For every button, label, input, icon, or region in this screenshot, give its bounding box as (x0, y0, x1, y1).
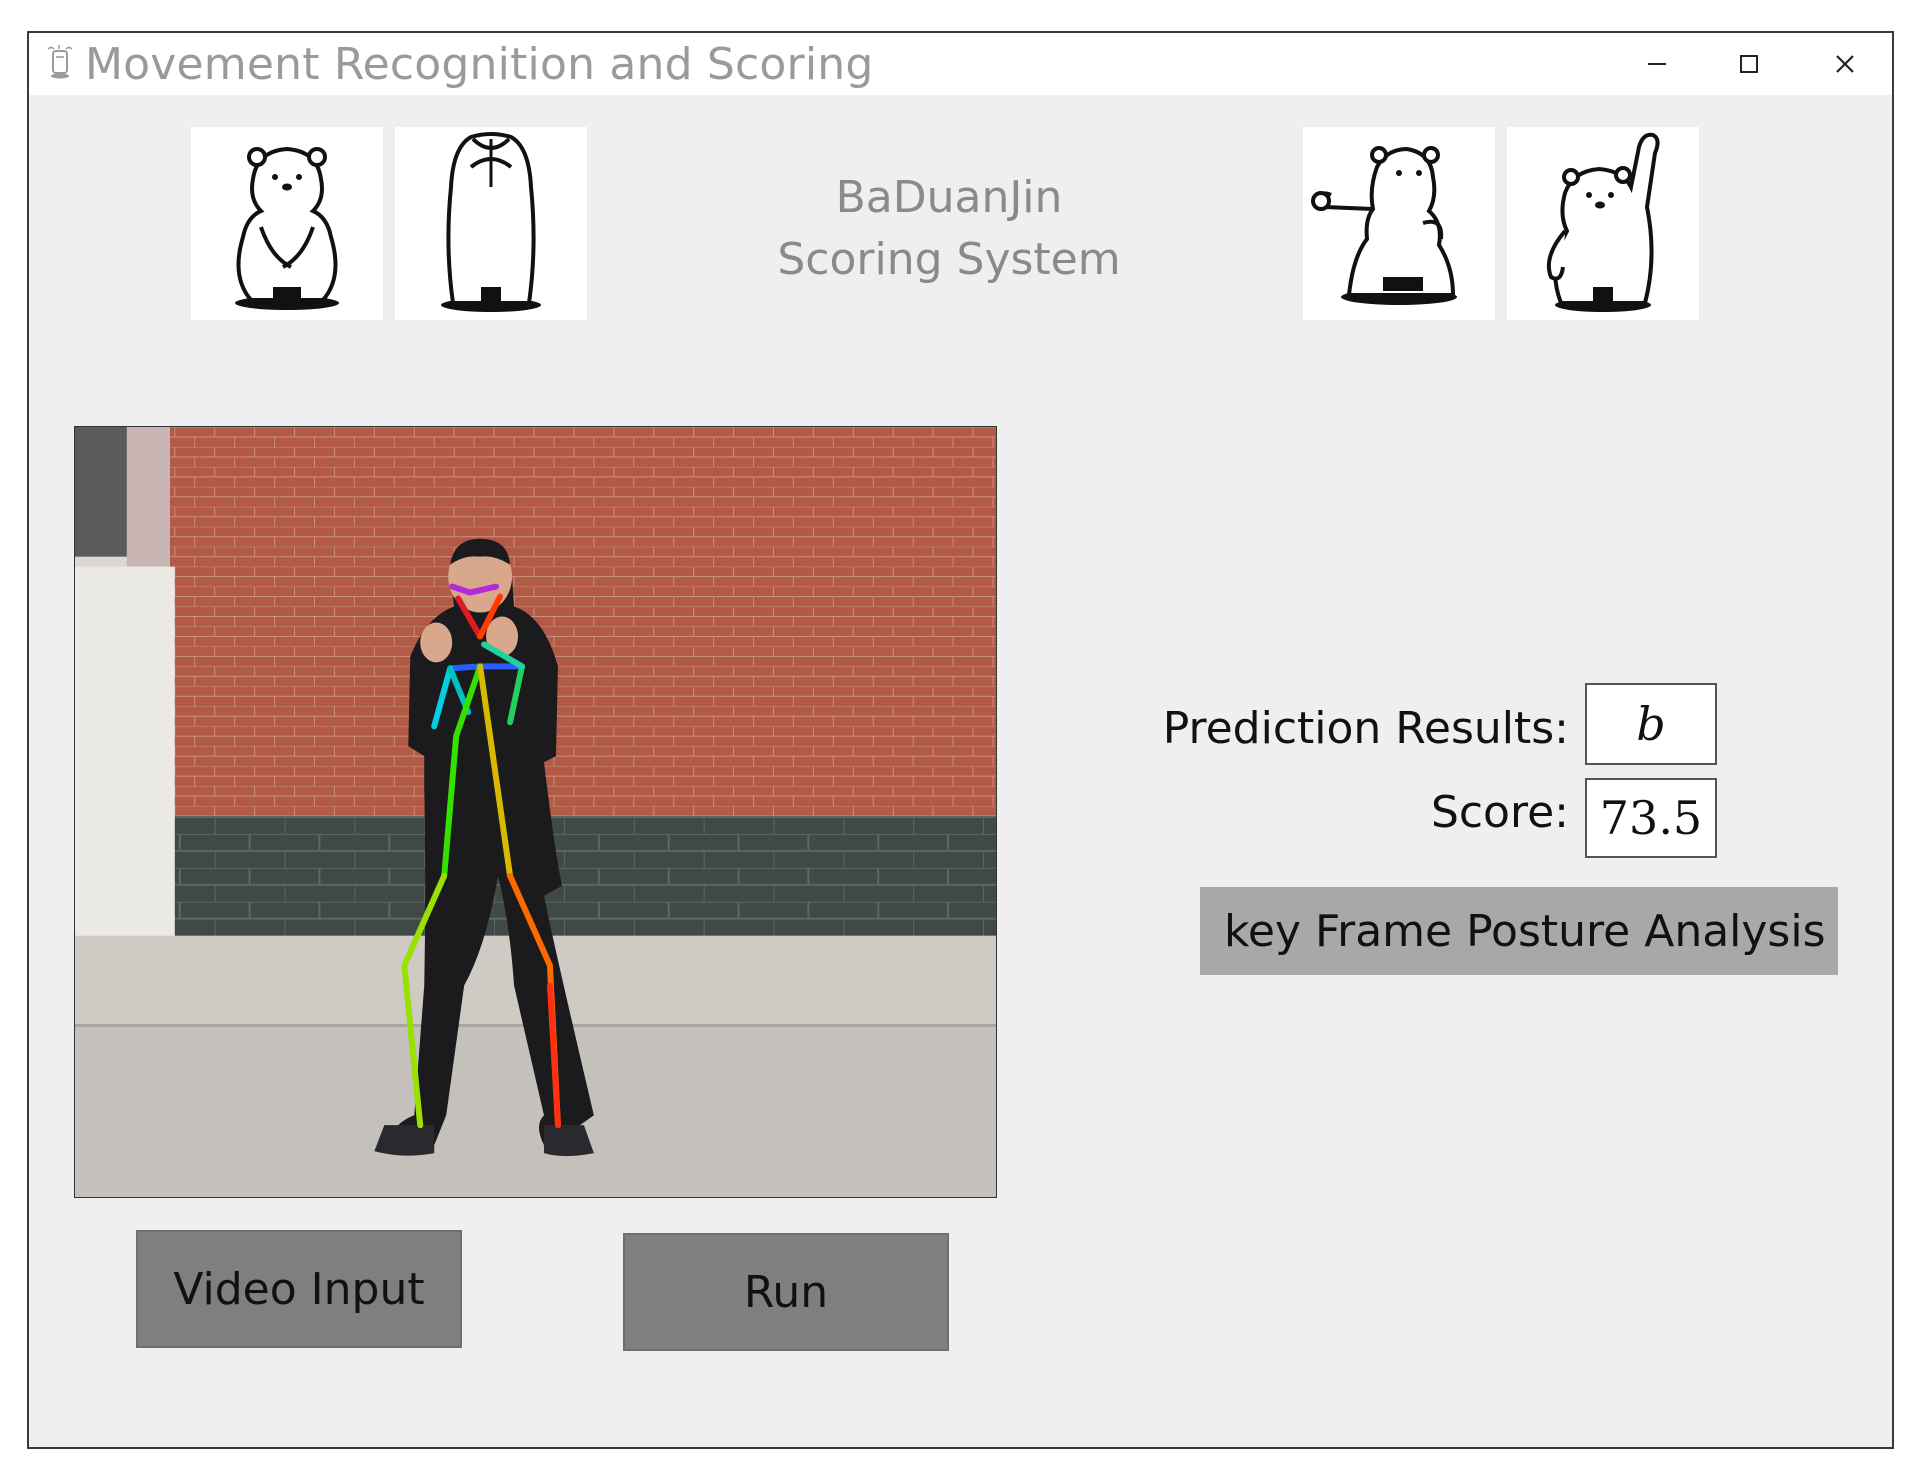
maximize-icon (1740, 55, 1758, 73)
video-display (74, 426, 997, 1198)
app-window: Movement Recognition and Scoring BaDuanJ… (27, 31, 1894, 1449)
heading-line-1: BaDuanJin (835, 172, 1063, 223)
heading-line-2: Scoring System (777, 234, 1121, 285)
title-bar[interactable]: Movement Recognition and Scoring (29, 33, 1892, 95)
close-icon (1836, 55, 1854, 73)
run-button[interactable]: Run (623, 1233, 949, 1351)
system-heading: BaDuanJin Scoring System (729, 167, 1169, 291)
video-input-button[interactable]: Video Input (136, 1230, 462, 1348)
window-title: Movement Recognition and Scoring (85, 39, 874, 90)
key-frame-posture-analysis-button[interactable]: key Frame Posture Analysis (1200, 887, 1838, 975)
prediction-results-label: Prediction Results: (1162, 703, 1569, 754)
minimize-icon (1648, 63, 1666, 65)
close-button[interactable] (1815, 39, 1875, 89)
pose-image-bear-arms-raised (395, 127, 587, 320)
score-value: 73.5 (1585, 778, 1717, 858)
pose-skeleton-video-frame (75, 427, 996, 1197)
maximize-button[interactable] (1719, 39, 1779, 89)
minimize-button[interactable] (1627, 39, 1687, 89)
score-label: Score: (1430, 787, 1569, 838)
pose-image-bear-bow-stance (1303, 127, 1495, 320)
app-icon (43, 45, 77, 81)
pose-image-bear-standing (191, 127, 383, 320)
prediction-results-value: b (1585, 683, 1717, 765)
pose-image-bear-arm-raised (1507, 127, 1699, 320)
